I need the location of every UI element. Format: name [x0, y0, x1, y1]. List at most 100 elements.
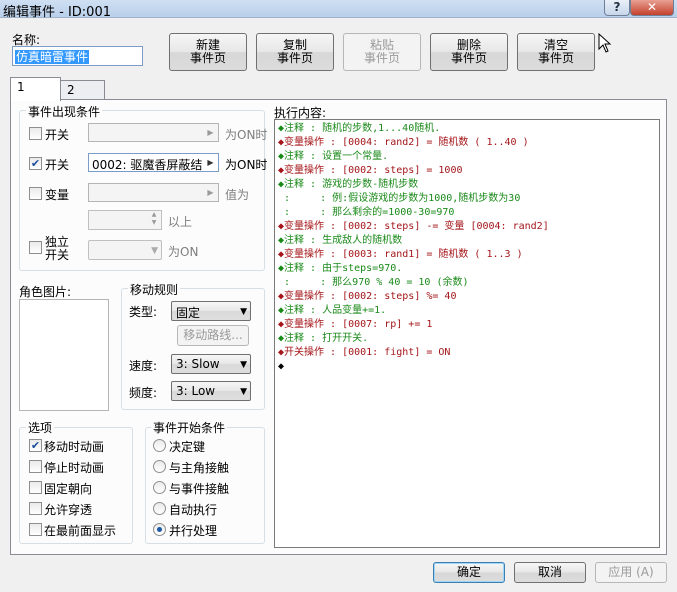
- option-walk-anim-label: 移动时动画: [44, 440, 105, 454]
- command-line[interactable]: ◆开关操作 : [0001: fight] = ON: [278, 346, 450, 360]
- trigger-player-touch-radio[interactable]: [153, 460, 166, 473]
- paste-page-label-2: 事件页: [363, 51, 400, 65]
- help-button[interactable]: ?: [604, 0, 630, 16]
- option-always-top-label: 在最前面显示: [44, 524, 117, 538]
- command-line[interactable]: ◆注释 : 游戏的步数-随机步数: [278, 178, 418, 192]
- self-switch-label: 独立 开关: [45, 236, 69, 262]
- movement-freq-value: 3: Low: [176, 384, 216, 398]
- delete-page-button[interactable]: 删除 事件页: [430, 33, 508, 71]
- movement-type-value: 固定: [176, 306, 201, 320]
- command-line[interactable]: ◆注释 : 随机的步数,1...40随机.: [278, 122, 440, 136]
- name-input[interactable]: 仿真暗雷事件: [12, 46, 143, 66]
- movement-freq-select[interactable]: 3: Low ▼: [171, 381, 251, 401]
- option-through-checkbox[interactable]: [29, 502, 42, 515]
- command-line[interactable]: ◆注释 : 人品变量+=1.: [278, 304, 386, 318]
- variable-ge-suffix: 以上: [168, 215, 193, 229]
- switch1-checkbox[interactable]: [29, 127, 42, 140]
- command-line[interactable]: : : 那么剩余的=1000-30=970: [278, 206, 454, 220]
- movement-speed-select[interactable]: 3: Slow ▼: [171, 354, 251, 374]
- command-line[interactable]: ◆变量操作 : [0002: steps] %= 40: [278, 290, 456, 304]
- movement-freq-dropdown-icon: ▼: [240, 387, 247, 397]
- movement-type-select[interactable]: 固定 ▼: [171, 301, 251, 321]
- self-switch-label-1: 独立: [45, 235, 70, 249]
- graphic-title: 角色图片:: [19, 285, 72, 299]
- variable-arrow-icon: ▶: [207, 188, 214, 197]
- trigger-autorun-radio[interactable]: [153, 502, 166, 515]
- command-line[interactable]: ◆注释 : 生成敌人的随机数: [278, 234, 402, 248]
- trigger-parallel-label: 并行处理: [169, 524, 218, 538]
- tab-page-2[interactable]: 2: [60, 80, 105, 100]
- variable-checkbox[interactable]: [29, 187, 42, 200]
- command-line[interactable]: ◆: [278, 360, 284, 374]
- command-line[interactable]: ◆注释 : 设置一个常量.: [278, 150, 388, 164]
- self-switch-dropdown-icon: ▼: [151, 246, 158, 256]
- movement-type-dropdown-icon: ▼: [240, 307, 247, 317]
- command-line[interactable]: : : 例:假设游戏的步数为1000,随机步数为30: [278, 192, 520, 206]
- switch1-label: 开关: [45, 128, 70, 142]
- self-switch-label-2: 开关: [45, 248, 70, 262]
- command-line[interactable]: ◆注释 : 由于steps=970.: [278, 262, 402, 276]
- trigger-action-radio[interactable]: [153, 439, 166, 452]
- window-title: 编辑事件 - ID:001: [3, 5, 111, 20]
- self-switch-select[interactable]: ▼: [88, 240, 162, 260]
- command-line[interactable]: ◆变量操作 : [0004: rand2] = 随机数 ( 1..40 ): [278, 136, 529, 150]
- switch1-select[interactable]: ▶: [88, 123, 219, 142]
- movement-speed-dropdown-icon: ▼: [240, 360, 247, 370]
- variable-select[interactable]: ▶: [88, 183, 219, 202]
- trigger-event-touch-label: 与事件接触: [169, 482, 230, 496]
- clear-page-button[interactable]: 清空 事件页: [517, 33, 595, 71]
- movement-freq-label: 频度:: [129, 386, 158, 400]
- new-page-label-2: 事件页: [189, 51, 226, 65]
- switch2-arrow-icon: ▶: [207, 158, 214, 167]
- paste-page-button[interactable]: 粘贴 事件页: [343, 33, 421, 71]
- variable-label: 变量: [45, 188, 70, 202]
- name-value: 仿真暗雷事件: [15, 50, 90, 64]
- option-step-anim-label: 停止时动画: [44, 461, 105, 475]
- mouse-cursor-icon: [598, 33, 612, 53]
- title-bar: 编辑事件 - ID:001 ? ✕: [0, 0, 677, 20]
- trigger-event-touch-radio[interactable]: [153, 481, 166, 494]
- trigger-player-touch-label: 与主角接触: [169, 461, 230, 475]
- switch2-label: 开关: [45, 158, 70, 172]
- close-button[interactable]: ✕: [630, 0, 674, 16]
- apply-button[interactable]: 应用 (A): [595, 562, 667, 583]
- graphic-preview[interactable]: [19, 299, 109, 411]
- option-direction-fix-label: 固定朝向: [44, 482, 93, 496]
- self-switch-checkbox[interactable]: [29, 241, 42, 254]
- command-line[interactable]: ◆变量操作 : [0002: steps] = 1000: [278, 164, 463, 178]
- trigger-action-label: 决定键: [169, 440, 206, 454]
- trigger-autorun-label: 自动执行: [169, 503, 218, 517]
- variable-value-spinner[interactable]: ▲ ▼: [88, 210, 162, 230]
- tab-page-1[interactable]: 1: [10, 77, 61, 101]
- command-line[interactable]: : : 那么970 % 40 = 10 (余数): [278, 276, 469, 290]
- option-walk-anim-checkbox[interactable]: ✔: [29, 439, 42, 452]
- copy-page-button[interactable]: 复制 事件页: [256, 33, 334, 71]
- command-line[interactable]: ◆变量操作 : [0002: steps] -= 变量 [0004: rand2…: [278, 220, 549, 234]
- new-page-button[interactable]: 新建 事件页: [169, 33, 247, 71]
- switch1-suffix: 为ON时: [225, 128, 268, 142]
- option-step-anim-checkbox[interactable]: [29, 460, 42, 473]
- command-line[interactable]: ◆变量操作 : [0007: rp] += 1: [278, 318, 432, 332]
- cancel-button[interactable]: 取消: [514, 562, 586, 583]
- option-direction-fix-checkbox[interactable]: [29, 481, 42, 494]
- movement-title: 移动规则: [128, 281, 181, 298]
- spinner-updown-icon: ▲ ▼: [151, 211, 157, 226]
- movement-type-label: 类型:: [129, 305, 158, 319]
- switch2-suffix: 为ON时: [225, 158, 268, 172]
- trigger-title: 事件开始条件: [151, 419, 228, 436]
- move-route-button[interactable]: 移动路线...: [177, 325, 249, 346]
- options-title: 选项: [26, 419, 55, 436]
- command-line[interactable]: ◆变量操作 : [0003: rand1] = 随机数 ( 1..3 ): [278, 248, 523, 262]
- option-always-top-checkbox[interactable]: [29, 523, 42, 536]
- command-list[interactable]: ◆注释 : 随机的步数,1...40随机. ◆变量操作 : [0004: ran…: [274, 119, 660, 548]
- switch2-checkbox[interactable]: ✔: [29, 157, 42, 170]
- tab-page-1-label: 1: [17, 80, 25, 94]
- switch2-select[interactable]: 0002: 驱魔香屏蔽结 ▶: [88, 153, 219, 172]
- switch2-value: 0002: 驱魔香屏蔽结: [92, 158, 203, 172]
- option-through-label: 允许穿透: [44, 503, 93, 517]
- ok-button[interactable]: 确定: [433, 562, 505, 583]
- command-line[interactable]: ◆注释 : 打开开关.: [278, 332, 368, 346]
- trigger-parallel-radio[interactable]: [153, 523, 166, 536]
- movement-speed-value: 3: Slow: [176, 357, 220, 371]
- switch1-arrow-icon: ▶: [207, 128, 214, 137]
